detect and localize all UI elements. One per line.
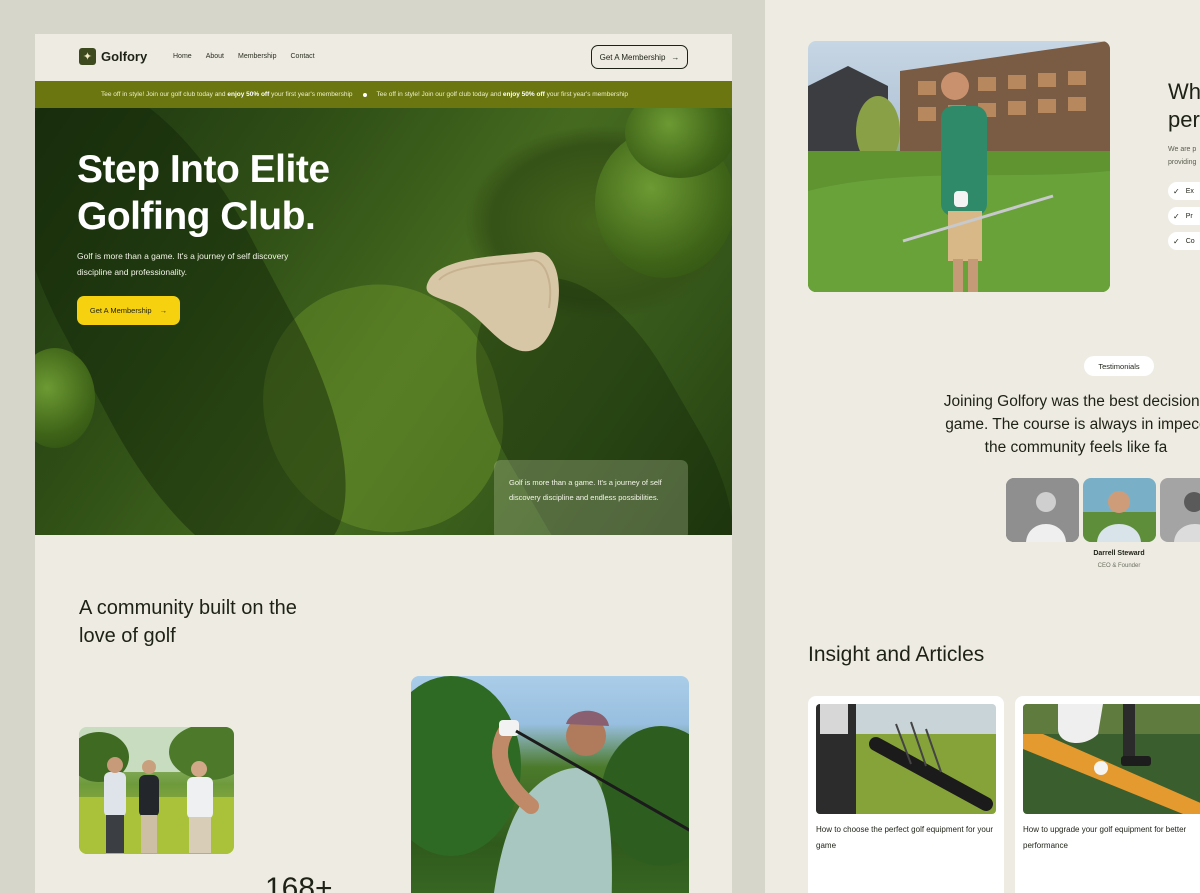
landing-page-right: Wh per We are p providing ✓ Ex ✓ Pr ✓ Co… [765,0,1200,893]
ticker-highlight: enjoy 50% off [227,91,270,98]
golfers-handshake-photo [79,727,234,854]
testimonial-avatar-active[interactable] [1083,478,1156,542]
promo-ticker: Tee off in style! Join our golf club tod… [35,81,732,108]
top-nav: ✦ Golfory Home About Membership Contact … [35,34,732,81]
check-item-label: Co [1185,237,1195,245]
avatar-portrait [1006,478,1079,542]
nav-link-about[interactable]: About [206,53,224,60]
brand-name: Golfory [101,49,148,64]
landing-page-left: ✦ Golfory Home About Membership Contact … [35,34,732,893]
testimonial-avatar[interactable] [1160,478,1200,542]
insights-heading: Insight and Articles [808,643,985,666]
article-card[interactable]: How to upgrade your golf equipment for b… [1015,696,1200,893]
why-heading-line: per [1168,107,1200,132]
why-description-line: providing [1168,159,1197,166]
spark-icon: ✦ [79,48,96,65]
why-description: We are p providing [1168,143,1200,169]
article-image [816,704,996,814]
hero-subtitle: Golf is more than a game. It's a journey… [77,251,289,277]
nav-links: Home About Membership Contact [173,53,315,60]
nav-membership-label: Get A Membership [599,52,666,62]
brand-logo[interactable]: ✦ Golfory [79,48,147,65]
golfer-portrait-photo [808,41,1110,292]
check-icon: ✓ [1173,236,1180,246]
quote-line: the community feels like fa [984,439,1168,456]
ticker-message: Tee off in style! Join our golf club tod… [101,91,353,98]
golfers-illustration [79,727,234,854]
article-image [1023,704,1200,814]
avatar-portrait [1083,478,1156,542]
hero-sand-bunker [426,251,559,352]
feature-checklist: ✓ Ex ✓ Pr ✓ Co [1168,182,1200,250]
ticker-text: Tee off in style! Join our golf club tod… [101,91,226,98]
hero-title: Step Into Elite Golfing Club. [77,148,330,238]
check-item: ✓ Pr [1168,207,1200,225]
ticker-highlight: enjoy 50% off [502,91,545,98]
golfer-swing-illustration [411,676,689,893]
why-heading-line: Wh [1168,79,1200,104]
arrow-right-icon: → [671,52,680,62]
testimonial-avatar[interactable] [1006,478,1079,542]
check-icon: ✓ [1173,186,1180,196]
golf-ball-illustration [1023,704,1200,814]
check-item-label: Pr [1185,212,1193,220]
testimonial-person-role: CEO & Founder [1097,563,1141,569]
golfer-swing-photo [411,676,689,893]
community-stat: 168+ [265,872,333,893]
golf-bag-illustration [816,704,996,814]
why-heading: Wh per [1168,78,1200,134]
check-item-label: Ex [1185,187,1194,195]
avatar-portrait [1160,478,1200,542]
nav-link-contact[interactable]: Contact [291,53,315,60]
hero-info-card: Golf is more than a game. It's a journey… [494,460,688,535]
quote-line: Joining Golfory was the best decision I [943,393,1200,410]
hero-membership-button[interactable]: Get A Membership → [77,296,180,325]
ticker-separator-dot [362,92,367,97]
article-title[interactable]: How to choose the perfect golf equipment… [816,822,1004,854]
ticker-text: Tee off in style! Join our golf club tod… [376,91,502,98]
testimonials-badge: Testimonials [1084,356,1154,376]
golfer-portrait-illustration [808,41,1110,292]
testimonial-person-name: Darrell Steward [1093,550,1145,557]
arrow-right-icon: → [159,306,168,315]
community-heading: A community built on the love of golf [79,597,297,647]
hero-section: Step Into Elite Golfing Club. Golf is mo… [35,108,732,535]
testimonial-quote: Joining Golfory was the best decision I … [911,390,1200,459]
why-description-line: We are p [1168,146,1197,153]
ticker-message-repeat: Tee off in style! Join our golf club tod… [377,91,629,98]
nav-link-home[interactable]: Home [173,53,192,60]
nav-membership-button[interactable]: Get A Membership → [591,45,688,69]
check-item: ✓ Ex [1168,182,1200,200]
article-title[interactable]: How to upgrade your golf equipment for b… [1023,822,1200,854]
nav-link-membership[interactable]: Membership [238,53,277,60]
ticker-text-end: your first year's membership [546,91,629,98]
hero-membership-label: Get A Membership [89,306,152,315]
check-icon: ✓ [1173,211,1180,221]
article-card[interactable]: How to choose the perfect golf equipment… [808,696,1004,893]
check-item: ✓ Co [1168,232,1200,250]
ticker-text-end: your first year's membership [271,91,353,98]
quote-line: game. The course is always in impecc [945,416,1200,433]
